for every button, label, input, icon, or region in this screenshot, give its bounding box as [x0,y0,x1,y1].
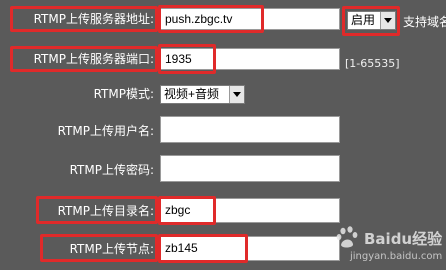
highlight-server-address-input [158,5,264,33]
server-port-label: RTMP上传服务器端口: [33,52,154,66]
chevron-down-icon [380,12,395,29]
password-label: RTMP上传密码: [69,163,154,177]
enable-select[interactable]: 启用 [347,11,396,30]
chevron-down-icon [229,86,244,103]
directory-label: RTMP上传目录名: [57,204,154,218]
watermark: Baidu经验 jingyan.baidu.com [336,222,444,268]
baidu-paw-icon [336,226,358,248]
mode-label: RTMP模式: [93,87,154,101]
username-input[interactable] [160,116,340,143]
highlight-node-input [158,234,248,263]
highlight-server-port-input [158,44,216,74]
node-label: RTMP上传节点: [69,242,154,256]
enable-select-value: 启用 [351,13,376,27]
server-address-label: RTMP上传服务器地址: [33,12,154,26]
mode-select-value: 视频+音频 [164,87,220,101]
watermark-url: jingyan.baidu.com [350,251,443,262]
password-input[interactable] [160,155,340,182]
username-label: RTMP上传用户名: [57,124,154,138]
highlight-directory-input [158,196,216,225]
port-range-hint: [1-65535] [345,57,400,70]
domain-support-hint: 支持域名 [403,15,446,29]
watermark-brand: Baidu经验 [364,230,443,248]
mode-select[interactable]: 视频+音频 [160,85,245,104]
